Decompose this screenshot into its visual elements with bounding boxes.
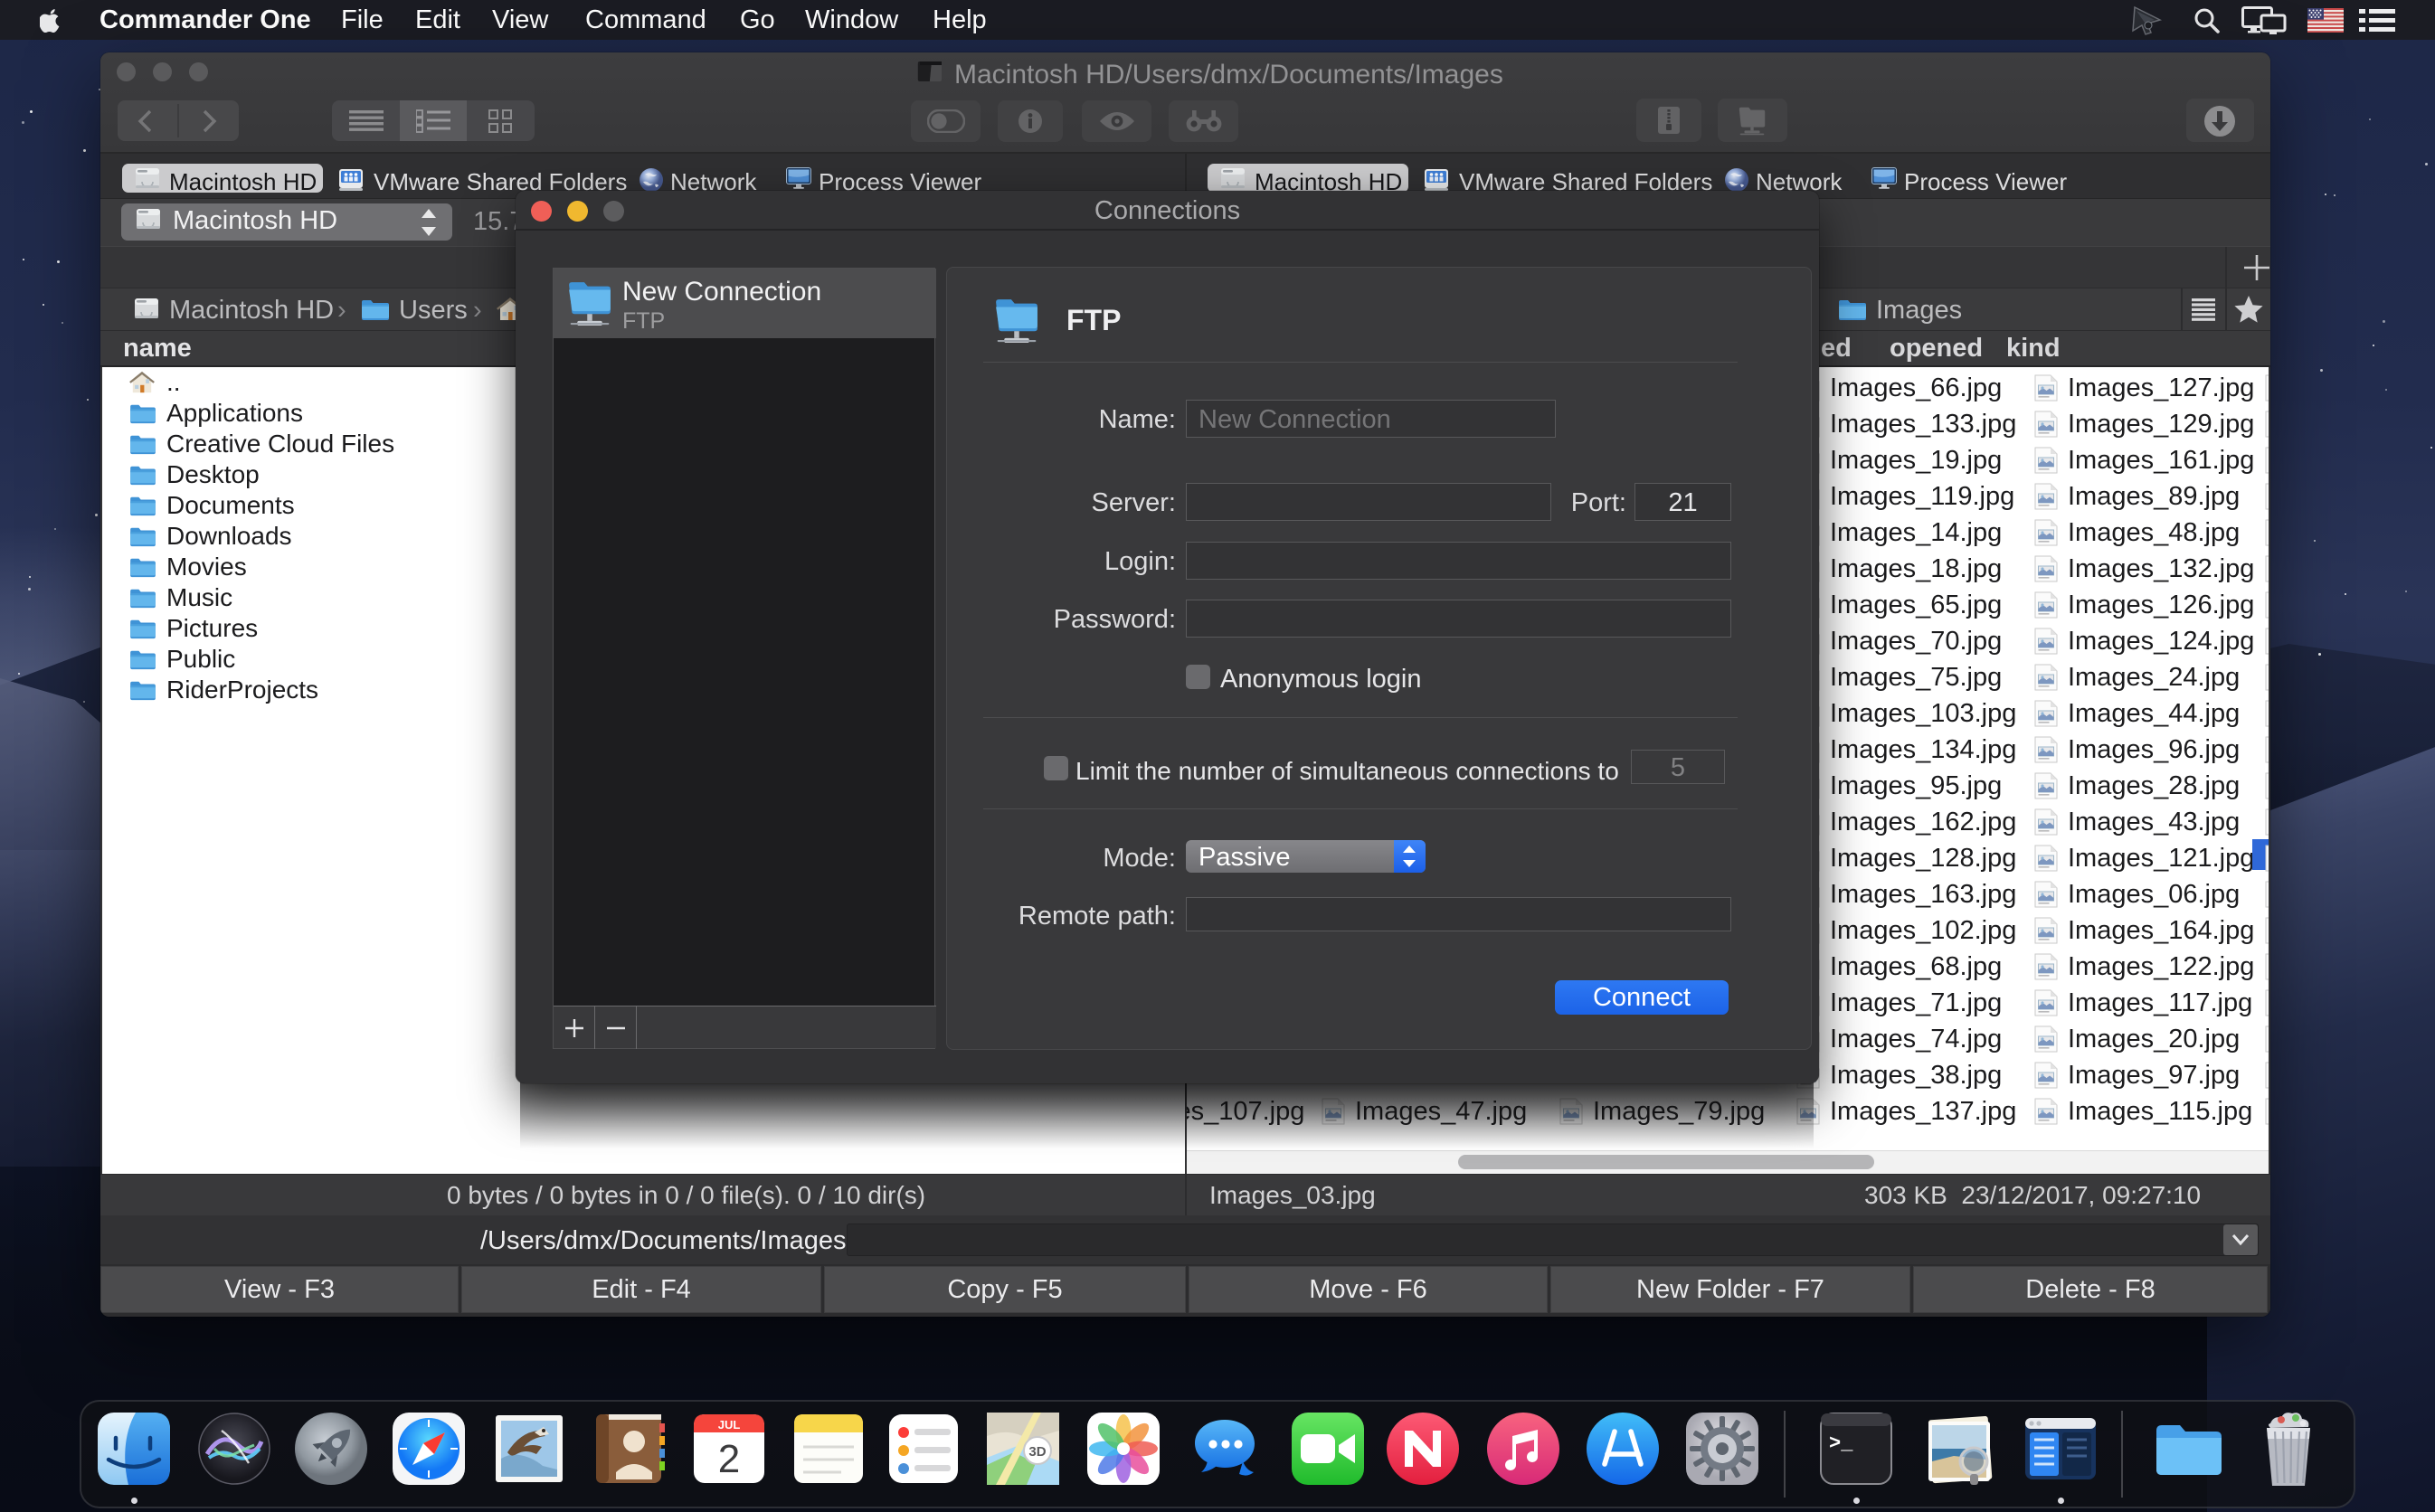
svg-text:>_: >_ <box>1829 1432 1853 1455</box>
svg-text:JUL: JUL <box>718 1418 741 1432</box>
svg-text:3D: 3D <box>1028 1444 1046 1460</box>
svg-text:2: 2 <box>718 1437 740 1481</box>
